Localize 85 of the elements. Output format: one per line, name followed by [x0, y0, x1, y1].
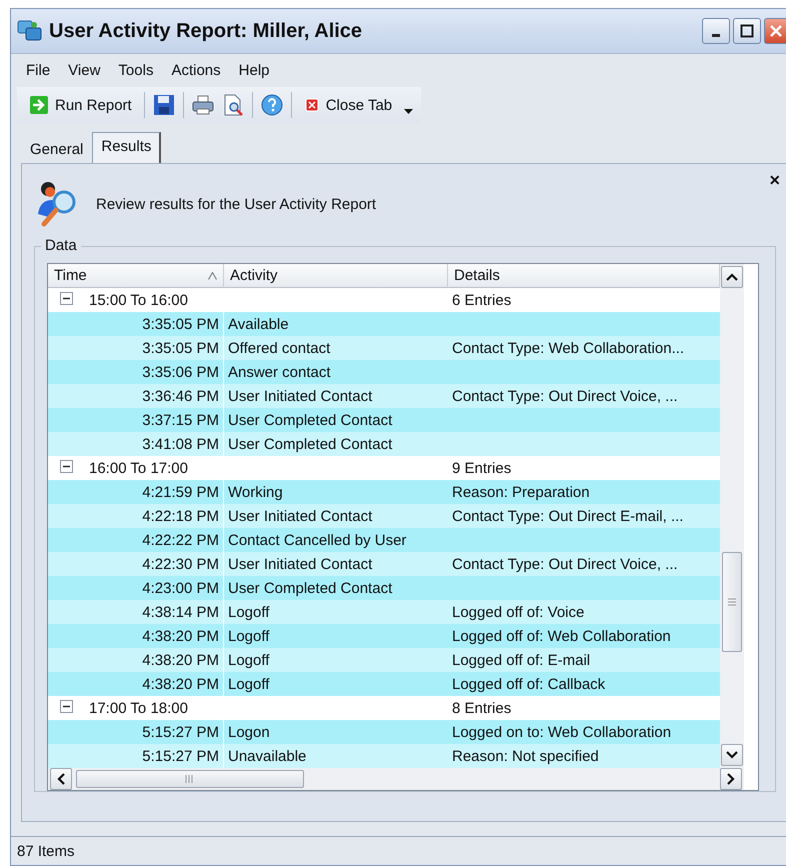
details-cell: Reason: Not specified — [448, 744, 720, 768]
details-cell: Contact Type: Web Collaboration... — [448, 336, 720, 360]
close-icon — [304, 97, 320, 113]
time-cell: 4:22:18 PM — [48, 504, 224, 528]
print-preview-icon[interactable] — [222, 94, 244, 116]
time-cell: 4:38:20 PM — [48, 672, 224, 696]
scroll-up-icon[interactable] — [721, 266, 743, 288]
run-report-button[interactable]: Run Report — [25, 93, 136, 117]
activity-cell: User Completed Contact — [224, 576, 448, 600]
time-cell: 4:38:20 PM — [48, 624, 224, 648]
activity-cell: User Completed Contact — [224, 408, 448, 432]
panel-description: Review results for the User Activity Report — [96, 196, 376, 212]
menu-item[interactable]: View — [59, 60, 110, 81]
group-label: 15:00 To 16:00 — [89, 292, 188, 308]
activity-cell: Logoff — [224, 624, 448, 648]
activity-cell: Logoff — [224, 648, 448, 672]
activity-cell: Working — [224, 480, 448, 504]
details-cell: Logged off of: Voice — [448, 600, 720, 624]
time-cell: 3:35:06 PM — [48, 360, 224, 384]
activity-cell: Answer contact — [224, 360, 448, 384]
details-cell: Logged off of: Callback — [448, 672, 720, 696]
close-tab-button[interactable]: Close Tab — [300, 94, 396, 116]
scroll-thumb[interactable] — [722, 552, 742, 652]
scroll-thumb[interactable] — [76, 770, 304, 788]
save-icon[interactable] — [152, 94, 175, 116]
time-cell: 4:22:22 PM — [48, 528, 224, 552]
scroll-right-icon[interactable] — [720, 768, 742, 790]
group-label: 16:00 To 17:00 — [89, 460, 188, 476]
details-cell: Logged on to: Web Collaboration — [448, 720, 720, 744]
scroll-left-icon[interactable] — [50, 768, 72, 790]
time-cell: 4:22:30 PM — [48, 552, 224, 576]
activity-cell: Available — [224, 312, 448, 336]
window-title: User Activity Report: Miller, Alice — [49, 20, 364, 42]
tab[interactable]: General — [21, 135, 92, 163]
app-icon — [17, 19, 43, 43]
horizontal-scrollbar[interactable] — [48, 768, 744, 790]
group-label: 17:00 To 18:00 — [89, 700, 188, 716]
activity-cell: Logoff — [224, 672, 448, 696]
time-cell: 3:35:05 PM — [48, 312, 224, 336]
activity-cell: User Completed Contact — [224, 432, 448, 456]
close-button[interactable] — [764, 18, 786, 44]
printer-icon[interactable] — [192, 95, 214, 115]
close-icon[interactable]: × — [769, 170, 780, 191]
time-cell: 3:37:15 PM — [48, 408, 224, 432]
vertical-scrollbar[interactable] — [720, 264, 744, 768]
activity-cell: Offered contact — [224, 336, 448, 360]
maximize-button[interactable] — [733, 18, 761, 44]
menu-item[interactable]: Actions — [162, 60, 230, 81]
sort-icon — [208, 272, 217, 280]
activity-cell: User Initiated Contact — [224, 504, 448, 528]
details-cell: Logged off of: E-mail — [448, 648, 720, 672]
column-header[interactable]: Time — [48, 264, 224, 288]
menu-item[interactable]: Tools — [109, 60, 162, 81]
time-cell: 4:38:20 PM — [48, 648, 224, 672]
close-icon — [768, 24, 782, 38]
details-cell: Contact Type: Out Direct Voice, ... — [448, 384, 720, 408]
details-cell: Contact Type: Out Direct Voice, ... — [448, 552, 720, 576]
time-cell: 3:36:46 PM — [48, 384, 224, 408]
time-cell: 4:21:59 PM — [48, 480, 224, 504]
dropdown-icon[interactable] — [404, 107, 414, 115]
column-header[interactable]: Details — [448, 264, 720, 288]
tab[interactable]: Results — [92, 132, 162, 163]
details-cell: Contact Type: Out Direct E-mail, ... — [448, 504, 720, 528]
activity-cell: Unavailable — [224, 744, 448, 768]
menu-item[interactable]: Help — [230, 60, 279, 81]
time-cell: 4:38:14 PM — [48, 600, 224, 624]
activity-cell: User Initiated Contact — [224, 552, 448, 576]
scroll-down-icon[interactable] — [721, 744, 743, 766]
time-cell: 3:41:08 PM — [48, 432, 224, 456]
minimize-icon — [712, 34, 720, 36]
activity-cell: Logon — [224, 720, 448, 744]
activity-cell: Contact Cancelled by User — [224, 528, 448, 552]
details-cell: Logged off of: Web Collaboration — [448, 624, 720, 648]
time-cell: 4:23:00 PM — [48, 576, 224, 600]
activity-cell: Logoff — [224, 600, 448, 624]
column-header[interactable]: Activity — [224, 264, 448, 288]
details-cell: Reason: Preparation — [448, 480, 720, 504]
help-icon[interactable] — [260, 94, 283, 116]
time-cell: 3:35:05 PM — [48, 336, 224, 360]
menu-item[interactable]: File — [17, 60, 60, 81]
maximize-icon — [740, 24, 754, 38]
time-cell: 5:15:27 PM — [48, 720, 224, 744]
time-cell: 5:15:27 PM — [48, 744, 224, 768]
minimize-button[interactable] — [702, 18, 730, 44]
activity-cell: User Initiated Contact — [224, 384, 448, 408]
